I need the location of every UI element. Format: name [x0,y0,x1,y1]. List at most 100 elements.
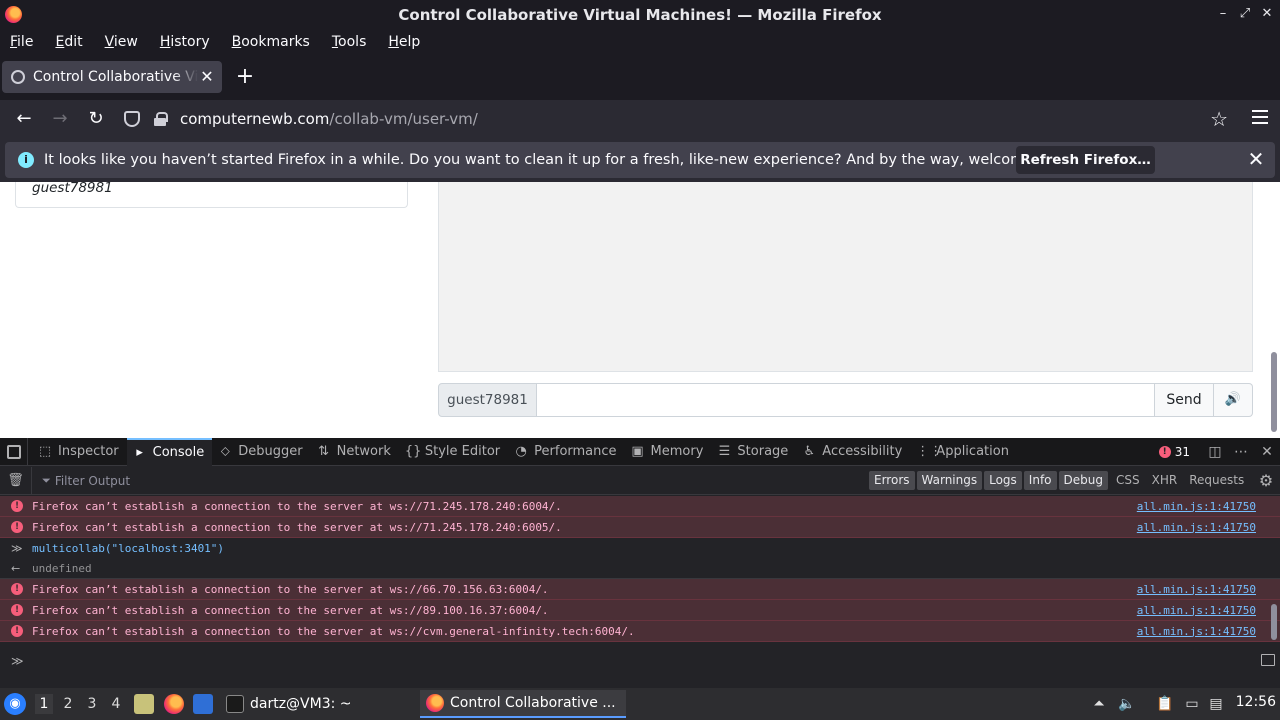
element-picker-button[interactable] [0,437,28,466]
desktop-launcher-icon[interactable] [193,694,213,714]
bookmark-star-icon[interactable]: ☆ [1210,107,1228,131]
error-icon: ! [11,521,23,533]
error-icon: ! [11,625,23,637]
tab-style-editor[interactable]: {} Style Editor [399,438,508,466]
console-message-error[interactable]: ! Firefox can’t establish a connection t… [0,600,1280,621]
message-source-link[interactable]: all.min.js:1:41750 [1137,500,1256,513]
input-chevron-icon: ≫ [11,541,23,555]
filter-logs-button[interactable]: Logs [984,471,1022,490]
network-status-icon[interactable]: ▤ [1206,694,1226,714]
close-notification-button[interactable]: ✕ [1245,148,1267,170]
more-options-icon[interactable]: ⋯ [1228,438,1254,466]
url-host: computernewb.com [180,110,330,128]
filter-info-button[interactable]: Info [1023,471,1057,490]
close-tab-button[interactable]: ✕ [198,67,216,87]
filter-warnings-button[interactable]: Warnings [916,471,983,490]
lock-icon[interactable] [154,112,168,126]
message-source-link[interactable]: all.min.js:1:41750 [1137,521,1256,534]
start-menu-icon[interactable]: ◉ [4,693,26,715]
inspector-icon: ⬚ [38,443,52,459]
clear-console-icon[interactable]: 🗑 [0,466,32,495]
console-settings-gear-icon[interactable]: ⚙ [1256,471,1276,491]
forward-button[interactable]: → [48,108,72,130]
message-text: multicollab("localhost:3401") [32,541,225,555]
clipboard-icon[interactable]: 📋 [1155,694,1175,714]
console-message-error[interactable]: ! Firefox can’t establish a connection t… [0,517,1280,538]
console-input-echo[interactable]: ≫ multicollab("localhost:3401") [0,538,1280,558]
workspace-2[interactable]: 2 [59,694,77,714]
display-icon[interactable]: ▭ [1182,694,1202,714]
menu-help[interactable]: Help [388,34,420,50]
menu-file[interactable]: File [10,34,33,50]
tab-accessibility[interactable]: ♿ Accessibility [796,438,910,466]
refresh-firefox-button[interactable]: Refresh Firefox… [1016,146,1155,174]
tab-debugger[interactable]: ⬦ Debugger [212,438,310,466]
chat-message-input[interactable] [537,383,1155,417]
clock[interactable]: 12:56 [1236,694,1276,710]
close-window-button[interactable]: ✕ [1260,5,1274,23]
user-list: guest78981 [15,182,408,208]
message-source-link[interactable]: all.min.js:1:41750 [1137,583,1256,596]
reload-button[interactable]: ↻ [84,108,108,130]
close-devtools-icon[interactable]: ✕ [1254,438,1280,466]
tab-inspector[interactable]: ⬚ Inspector [32,438,127,466]
chat-username[interactable]: guest78981 [438,383,537,417]
tab-memory[interactable]: ▣ Memory [625,438,712,466]
filter-errors-button[interactable]: Errors [869,471,915,490]
url-bar[interactable]: computernewb.com /collab-vm/user-vm/ ☆ [118,103,1236,135]
message-source-link[interactable]: all.min.js:1:41750 [1137,625,1256,638]
filter-css-button[interactable]: CSS [1110,471,1146,490]
error-count-badge[interactable]: ! 31 [1158,445,1190,459]
tracking-protection-shield-icon[interactable] [124,111,140,127]
console-message-error[interactable]: ! Firefox can’t establish a connection t… [0,621,1280,642]
tab-storage[interactable]: ☰ Storage [711,438,796,466]
volume-icon[interactable]: 🔈 [1117,694,1137,714]
tab-label: Memory [650,444,704,459]
filter-output-input[interactable]: ⏷ Filter Output [42,474,130,488]
tab-console[interactable]: ▸ Console [126,437,213,466]
filter-requests-button[interactable]: Requests [1183,471,1250,490]
app-menu-icon[interactable] [1252,110,1268,124]
console-input[interactable]: ≫ [0,644,1280,684]
workspace-3[interactable]: 3 [83,694,101,714]
tray-up-arrow-icon[interactable]: ⏶ [1089,694,1109,714]
filter-xhr-button[interactable]: XHR [1146,471,1184,490]
file-manager-launcher-icon[interactable] [134,694,154,714]
console-result[interactable]: ← undefined [0,558,1280,579]
error-count: 31 [1174,445,1190,459]
menu-tools[interactable]: Tools [332,34,367,50]
menu-bookmarks[interactable]: Bookmarks [232,34,310,50]
menu-edit[interactable]: Edit [55,34,82,50]
editor-mode-toggle-icon[interactable] [1261,654,1275,666]
message-text: Firefox can’t establish a connection to … [32,624,635,638]
style-editor-icon: {} [404,443,422,459]
minimize-button[interactable]: – [1216,5,1230,23]
new-tab-button[interactable]: + [234,65,256,89]
user-list-item[interactable]: guest78981 [32,182,113,196]
tab-application[interactable]: ⋮⋮ Application [910,438,1017,466]
taskbar-task-firefox[interactable]: Control Collaborative ... [420,690,626,718]
sound-toggle-icon[interactable]: 🔊 [1214,383,1253,417]
vm-display[interactable] [438,182,1253,372]
workspace-1[interactable]: 1 [35,694,53,714]
send-button[interactable]: Send [1155,383,1214,417]
taskbar-task-terminal[interactable]: dartz@VM3: ~ [222,690,416,718]
tab-network[interactable]: ⇅ Network [311,438,399,466]
menu-view[interactable]: View [105,34,138,50]
maximize-button[interactable]: ⤢ [1238,5,1252,23]
firefox-launcher-icon[interactable] [164,694,184,714]
back-button[interactable]: ← [12,108,36,130]
page-scrollbar[interactable] [1271,352,1277,432]
menu-history[interactable]: History [160,34,210,50]
tab-active[interactable]: Control Collaborative Virtual Machines! … [2,61,222,93]
window-titlebar: Control Collaborative Virtual Machines! … [0,0,1280,29]
workspace-4[interactable]: 4 [107,694,125,714]
console-scrollbar[interactable] [1271,604,1277,640]
console-message-error[interactable]: ! Firefox can’t establish a connection t… [0,579,1280,600]
console-message-error[interactable]: ! Firefox can’t establish a connection t… [0,496,1280,517]
tab-performance[interactable]: ◔ Performance [508,438,624,466]
os-taskbar: ◉ 1 2 3 4 dartz@VM3: ~ Control Collabora… [0,688,1280,720]
dock-side-icon[interactable]: ◫ [1202,438,1228,466]
filter-debug-button[interactable]: Debug [1058,471,1108,490]
message-source-link[interactable]: all.min.js:1:41750 [1137,604,1256,617]
